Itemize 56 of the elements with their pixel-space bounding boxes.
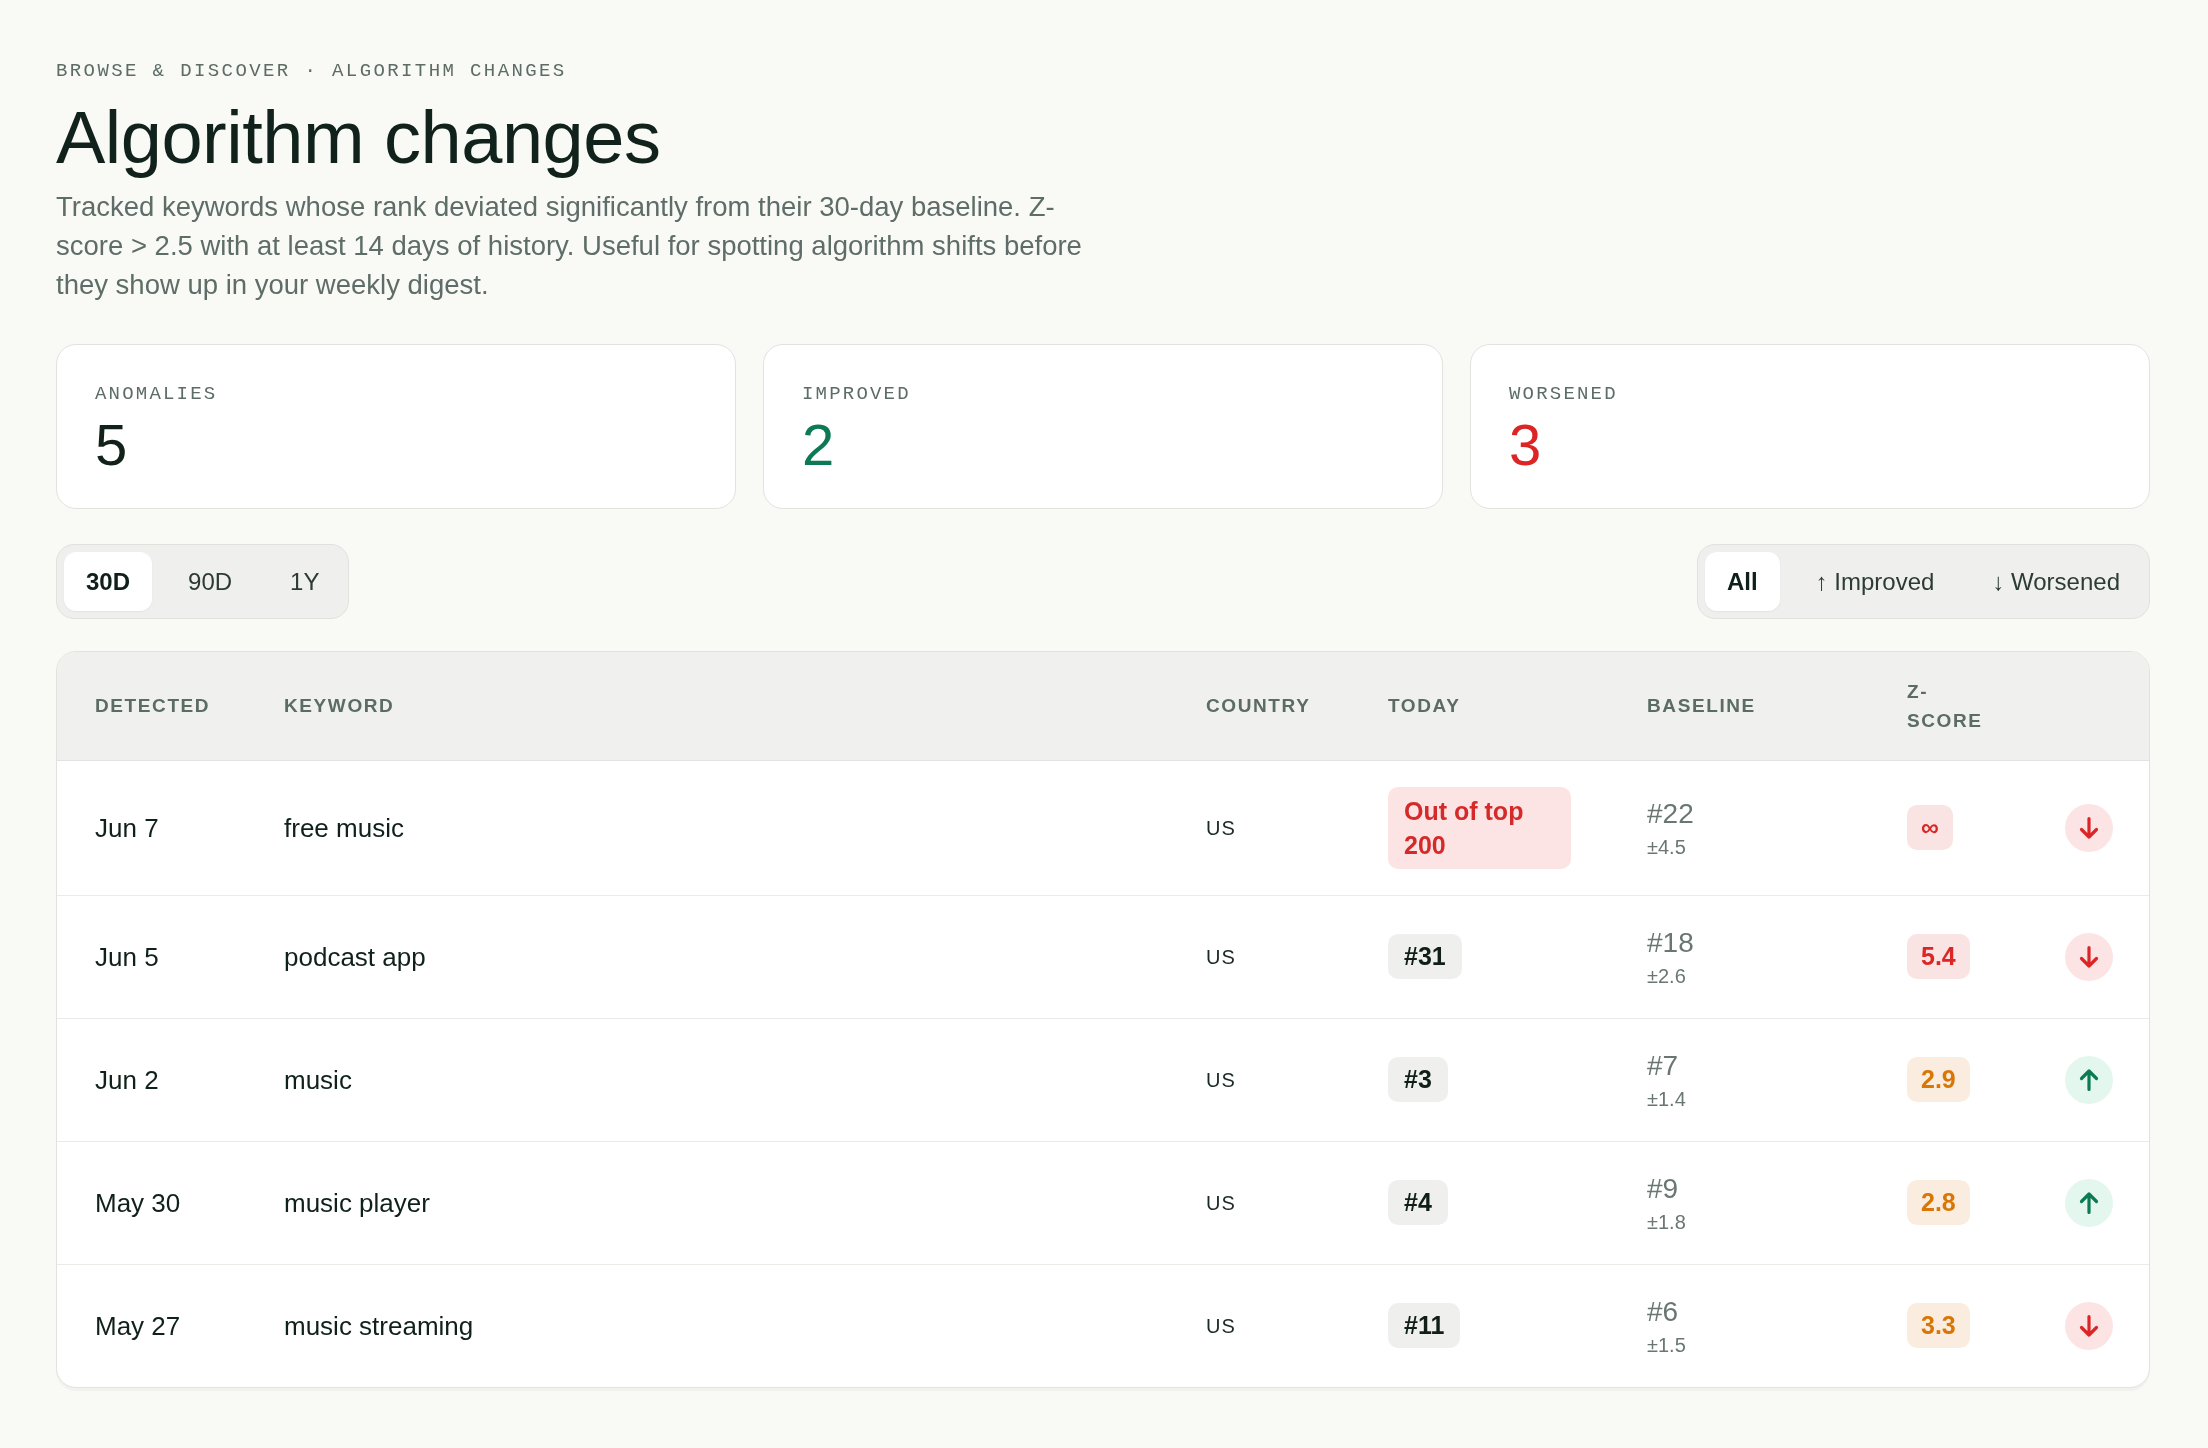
stat-value: 2 (802, 413, 835, 477)
page-description: Tracked keywords whose rank deviated significantly from their 30-day baseline. Z-score > 2.5 with at least 14 days of history. Useful for spotting algorithm shifts before they show up in your weekly digest. (56, 190, 1083, 302)
column-header: BASELINE (1647, 694, 1756, 719)
keyword-text: podcast app (284, 941, 426, 972)
filter-tab[interactable]: ↑ Improved (1793, 552, 1957, 611)
rank-badge: #31 (1388, 934, 1462, 979)
column-header: TODAY (1388, 694, 1461, 719)
rank-badge: #3 (1388, 1057, 1448, 1102)
z-score-badge: 2.9 (1907, 1057, 1970, 1102)
rank-badge: #4 (1388, 1180, 1448, 1225)
baseline-spread: ±1.8 (1647, 1209, 1686, 1235)
column-header: Z-SCORE (1907, 679, 1983, 733)
rank-badge: #11 (1388, 1303, 1461, 1349)
date-text: Jun 7 (95, 812, 159, 843)
stat-label: ANOMALIES (95, 382, 218, 407)
stat-value: 3 (1509, 413, 1542, 477)
range-tab[interactable]: 90D (166, 552, 255, 611)
stat-label: WORSENED (1509, 382, 1618, 407)
baseline-rank: #9 (1647, 1171, 1679, 1206)
baseline-rank: #7 (1647, 1048, 1679, 1083)
range-tab[interactable]: 1Y (268, 552, 342, 611)
z-score-badge: 2.8 (1907, 1180, 1970, 1225)
filter-tab[interactable]: All (1705, 552, 1780, 611)
stat-value: 5 (95, 413, 128, 477)
date-text: May 30 (95, 1187, 181, 1218)
stat-label: IMPROVED (802, 382, 911, 407)
z-score-badge: 3.3 (1907, 1303, 1970, 1349)
baseline-spread: ±2.6 (1647, 963, 1686, 989)
keyword-text: music streaming (284, 1310, 474, 1341)
baseline-spread: ±1.4 (1647, 1086, 1686, 1112)
column-header: COUNTRY (1206, 694, 1311, 719)
date-text: Jun 5 (95, 941, 159, 972)
baseline-rank: #22 (1647, 796, 1694, 831)
keyword-text: music (284, 1064, 352, 1095)
baseline-rank: #6 (1647, 1294, 1679, 1329)
baseline-spread: ±4.5 (1647, 834, 1686, 860)
country-code: US (1206, 1068, 1236, 1091)
country-code: US (1206, 1314, 1236, 1337)
breadcrumb: BROWSE & DISCOVER · ALGORITHM CHANGES (56, 59, 567, 84)
keyword-text: free music (284, 812, 404, 843)
page-title: Algorithm changes (56, 95, 661, 180)
baseline-spread: ±1.5 (1647, 1332, 1686, 1358)
column-header: KEYWORD (284, 694, 395, 719)
z-score-badge: 5.4 (1907, 934, 1970, 979)
keyword-text: music player (284, 1187, 430, 1218)
column-header: DETECTED (95, 694, 211, 719)
date-text: Jun 2 (95, 1064, 159, 1095)
filter-tab[interactable]: ↓ Worsened (1970, 552, 2142, 611)
country-code: US (1206, 945, 1236, 968)
date-text: May 27 (95, 1310, 181, 1341)
country-code: US (1206, 816, 1236, 839)
z-score-badge: ∞ (1907, 805, 1953, 850)
baseline-rank: #18 (1647, 925, 1694, 960)
range-tab[interactable]: 30D (64, 552, 153, 611)
out-of-range-badge: Out of top 200 (1388, 786, 1571, 869)
country-code: US (1206, 1191, 1236, 1214)
